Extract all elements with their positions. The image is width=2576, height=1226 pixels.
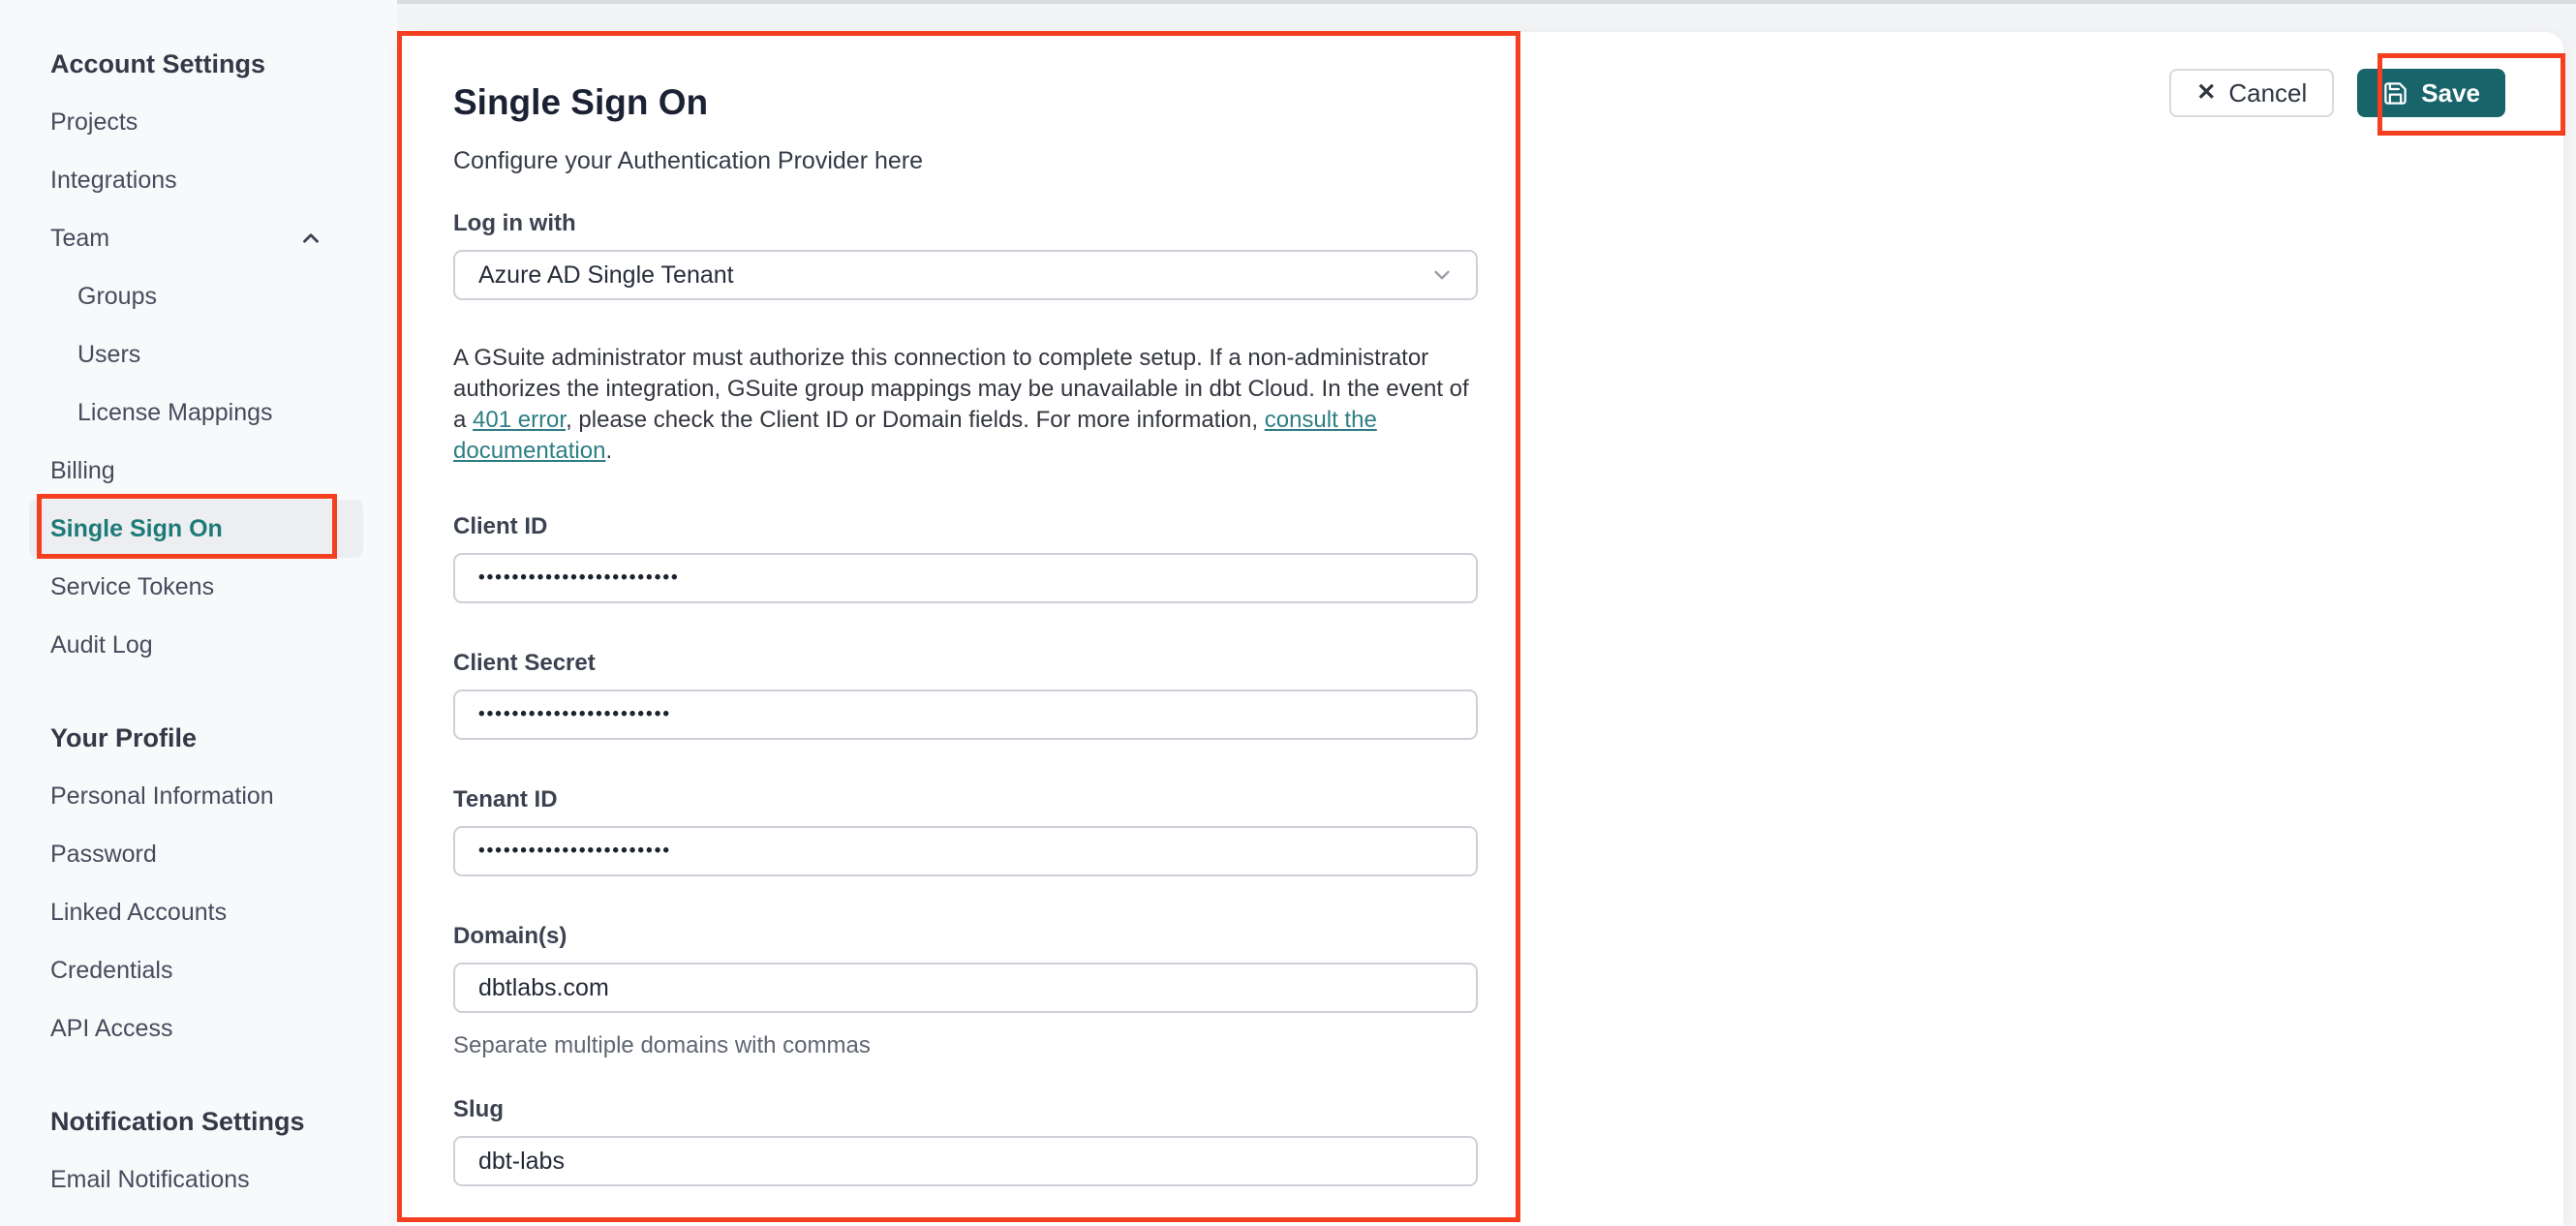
sidebar-item-label: Personal Information <box>50 782 274 810</box>
sidebar-item-label: Credentials <box>50 956 173 984</box>
sidebar-item-audit-log[interactable]: Audit Log <box>0 616 397 674</box>
sidebar-item-billing[interactable]: Billing <box>0 442 397 500</box>
main-area: ✕ Cancel Save Single Sign On Configure y… <box>397 0 2576 1226</box>
login-with-selected-value: Azure AD Single Tenant <box>478 261 734 289</box>
sidebar-item-password[interactable]: Password <box>0 825 397 883</box>
sidebar-section-account-settings: Account Settings <box>50 49 266 78</box>
sidebar-item-credentials[interactable]: Credentials <box>0 941 397 999</box>
domains-group: Domain(s) Separate multiple domains with… <box>453 923 1478 1059</box>
sidebar-item-personal-information[interactable]: Personal Information <box>0 767 397 825</box>
cancel-button[interactable]: ✕ Cancel <box>2169 69 2335 117</box>
slug-label: Slug <box>453 1096 504 1122</box>
slug-input[interactable] <box>453 1136 1478 1186</box>
cancel-button-label: Cancel <box>2228 77 2308 107</box>
sidebar-item-groups[interactable]: Groups <box>0 267 397 325</box>
sidebar-item-linked-accounts[interactable]: Linked Accounts <box>0 883 397 941</box>
sidebar-item-label: Password <box>50 840 157 868</box>
sidebar-item-license-mappings[interactable]: License Mappings <box>0 383 397 442</box>
sidebar-section-your-profile: Your Profile <box>50 723 198 752</box>
sidebar-item-label: Service Tokens <box>50 572 215 600</box>
sidebar-item-label: API Access <box>50 1014 173 1042</box>
domains-helper-text: Separate multiple domains with commas <box>453 1032 871 1058</box>
client-secret-input[interactable] <box>453 690 1478 740</box>
sidebar-item-single-sign-on[interactable]: Single Sign On <box>0 500 397 558</box>
slug-group: Slug <box>453 1096 1478 1186</box>
client-secret-group: Client Secret <box>453 650 1478 740</box>
save-button-label: Save <box>2421 77 2480 107</box>
close-icon: ✕ <box>2196 79 2217 106</box>
client-id-group: Client ID <box>453 513 1478 603</box>
login-with-select[interactable]: Azure AD Single Tenant <box>453 250 1478 300</box>
client-secret-label: Client Secret <box>453 650 596 676</box>
tenant-id-label: Tenant ID <box>453 786 558 812</box>
settings-card: ✕ Cancel Save Single Sign On Configure y… <box>397 32 2563 1226</box>
page-subtitle: Configure your Authentication Provider h… <box>453 147 924 174</box>
login-with-label: Log in with <box>453 210 576 236</box>
chevron-up-icon <box>298 226 323 251</box>
sidebar-item-label: Single Sign On <box>50 514 223 542</box>
sso-form: Single Sign On Configure your Authentica… <box>453 32 1478 1186</box>
save-icon <box>2382 80 2408 107</box>
sidebar-item-label: Billing <box>50 456 115 484</box>
sidebar-item-projects[interactable]: Projects <box>0 93 397 151</box>
sidebar-item-label: Users <box>77 340 141 368</box>
sidebar-item-integrations[interactable]: Integrations <box>0 151 397 209</box>
sidebar-item-label: Groups <box>77 282 157 310</box>
tenant-id-group: Tenant ID <box>453 786 1478 876</box>
gsuite-notice: A GSuite administrator must authorize th… <box>453 343 1478 467</box>
link-401-error[interactable]: 401 error <box>473 407 566 433</box>
notice-text: . <box>605 438 613 464</box>
domains-input[interactable] <box>453 963 1478 1013</box>
client-id-label: Client ID <box>453 513 548 539</box>
sidebar-section-notification-settings: Notification Settings <box>50 1107 305 1136</box>
sidebar-item-label: Email Notifications <box>50 1165 250 1193</box>
chevron-down-icon <box>1429 262 1455 288</box>
sidebar-item-api-access[interactable]: API Access <box>0 999 397 1057</box>
sidebar-item-team[interactable]: Team <box>0 209 397 267</box>
domains-label: Domain(s) <box>453 923 567 949</box>
login-with-group: Log in with Azure AD Single Tenant <box>453 210 1478 300</box>
client-id-input[interactable] <box>453 553 1478 603</box>
page-title: Single Sign On <box>453 82 709 122</box>
sidebar-item-label: Audit Log <box>50 630 153 659</box>
sidebar-item-label: License Mappings <box>77 398 273 426</box>
sidebar-item-users[interactable]: Users <box>0 325 397 383</box>
sidebar: Account Settings Projects Integrations T… <box>0 0 397 1226</box>
sidebar-item-label: Linked Accounts <box>50 898 228 926</box>
header-actions: ✕ Cancel Save <box>2169 69 2505 117</box>
sidebar-item-label: Integrations <box>50 166 177 194</box>
sidebar-item-label: Projects <box>50 107 138 136</box>
sidebar-item-email-notifications[interactable]: Email Notifications <box>0 1150 397 1209</box>
sidebar-item-label: Team <box>50 224 110 252</box>
save-button[interactable]: Save <box>2357 69 2505 117</box>
notice-text: , please check the Client ID or Domain f… <box>566 407 1265 433</box>
tenant-id-input[interactable] <box>453 826 1478 876</box>
sidebar-item-service-tokens[interactable]: Service Tokens <box>0 558 397 616</box>
